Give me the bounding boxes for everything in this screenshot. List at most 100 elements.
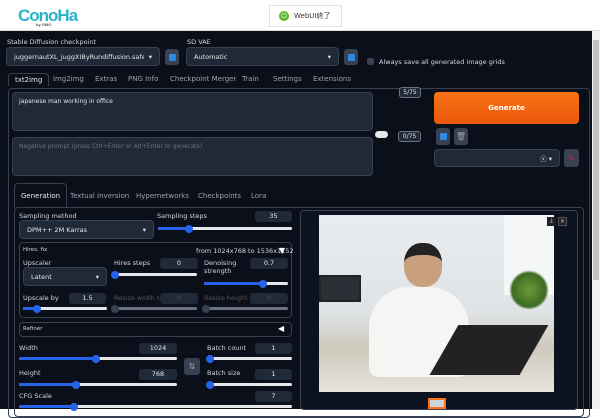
vae-label: SD VAE [187,38,211,46]
slider-handle[interactable] [92,354,101,363]
denoise-input[interactable]: 0.7 [250,258,288,269]
slider-handle[interactable] [111,304,119,313]
swap-icon: ⇅ [188,362,196,371]
collapse-triangle-icon[interactable]: ▼ [279,246,285,255]
close-icon[interactable]: × [558,217,567,226]
tab-img2img[interactable]: img2img [53,75,84,83]
slider-handle[interactable] [202,304,210,313]
cfg-input[interactable]: 7 [255,391,292,402]
checkpoint-value: juggernautXL_juggXIByRundiffusion.safete… [14,52,144,61]
tab-extras[interactable]: Extras [95,75,117,83]
refresh-vae-button[interactable] [344,49,358,65]
sampling-method-label: Sampling method [19,212,77,220]
subtab-hypernetworks[interactable]: Hypernetworks [136,192,189,200]
batch-count-input[interactable]: 1 [255,343,292,354]
upscale-by-label: Upscale by [23,294,59,302]
height-input[interactable]: 768 [139,369,177,380]
batch-size-input[interactable]: 1 [255,369,292,380]
tab-train[interactable]: Train [242,75,259,83]
styles-dropdown[interactable]: ⓧ ▾ [434,149,560,167]
thumbnail[interactable] [428,398,446,409]
upscaler-label: Upscaler [23,259,52,267]
slider-fill [19,405,74,408]
refresh-icon [347,53,355,61]
save-grids-checkbox[interactable] [367,58,374,65]
swap-dimensions-button[interactable]: ⇅ [184,358,200,375]
tab-settings[interactable]: Settings [273,75,302,83]
sampling-steps-input[interactable]: 35 [255,211,292,222]
scrollbar-thumb[interactable] [593,40,599,280]
resize-width-slider[interactable] [111,304,197,313]
prompt-input[interactable]: japanese man working in office [12,92,373,131]
slider-handle[interactable] [206,380,214,389]
hires-fix-label[interactable]: Hires. fix [23,247,47,253]
slider-fill [19,383,76,386]
slider-fill [19,357,97,360]
conoha-logo: ConoHa by GMO [18,6,78,27]
subtab-lora[interactable]: Lora [251,192,266,200]
upscale-by-slider[interactable] [23,304,107,313]
read-params-button[interactable] [436,128,450,145]
slider-handle[interactable] [33,304,42,313]
batch-count-slider[interactable] [206,354,292,363]
slider-handle[interactable] [69,402,78,411]
denoise-slider[interactable] [204,279,288,288]
width-slider[interactable] [19,354,177,363]
height-label: Height [19,369,41,377]
generated-image[interactable] [319,215,554,392]
subtab-generation[interactable]: Generation [14,183,68,208]
vae-dropdown[interactable]: Automatic ▾ [186,47,339,66]
resize-height-input[interactable]: 0 [250,293,288,304]
refiner-section[interactable] [19,322,292,337]
token-toggle-icon[interactable] [375,131,388,138]
checkpoint-dropdown[interactable]: juggernautXL_juggXIByRundiffusion.safete… [6,47,160,66]
slider-handle[interactable] [184,224,193,233]
expand-triangle-icon[interactable]: ◀ [278,324,284,333]
download-icon[interactable]: ⤓ [547,217,556,226]
arrow-icon [439,133,447,140]
negative-prompt-input[interactable]: Negative prompt (press Ctrl+Enter or Alt… [12,137,373,176]
hires-steps-input[interactable]: 0 [160,258,198,269]
upscale-by-input[interactable]: 1.5 [69,293,106,304]
hires-steps-slider[interactable] [111,270,197,279]
width-label: Width [19,344,38,352]
tab-checkpoint-merger[interactable]: Checkpoint Merger [170,75,236,83]
refresh-checkpoint-button[interactable] [165,49,179,65]
resize-width-input[interactable]: 0 [160,293,198,304]
sampling-steps-slider[interactable] [158,224,292,233]
upscaler-dropdown[interactable]: Latent ▾ [23,267,107,286]
slider-handle[interactable] [71,380,80,389]
logo-sub: by GMO [36,22,52,27]
trash-button[interactable]: 🗑 [454,128,468,145]
slider-handle[interactable] [206,354,214,363]
resize-height-slider[interactable] [202,304,288,313]
subtab-checkpoints[interactable]: Checkpoints [198,192,241,200]
height-slider[interactable] [19,380,177,389]
generate-button[interactable]: Generate [434,92,579,124]
hires-steps-label: Hires steps [114,259,151,267]
sampling-method-value: DPM++ 2M Karras [27,225,88,234]
tab-txt2img[interactable]: txt2img [8,73,50,86]
upscaler-value: Latent [31,272,52,281]
tab-extensions[interactable]: Extensions [313,75,351,83]
clear-icon[interactable]: ⓧ ▾ [540,153,552,163]
end-label: WebUI終了 [294,12,331,20]
resize-width-label: Resize width to [114,294,164,302]
monitor-shape [319,275,361,302]
person-head-shape [404,243,442,287]
sampling-steps-label: Sampling steps [157,212,207,220]
batch-size-slider[interactable] [206,380,292,389]
width-input[interactable]: 1024 [139,343,177,354]
chevron-down-icon: ▾ [142,225,146,234]
sampling-method-dropdown[interactable]: DPM++ 2M Karras ▾ [19,220,154,239]
subtab-textual-inversion[interactable]: Textual Inversion [70,192,129,200]
edit-styles-button[interactable]: ✎ [564,149,579,167]
slider-handle[interactable] [258,279,267,288]
negative-token-counter: 0/75 [398,131,421,142]
slider-handle[interactable] [111,270,119,279]
webui-end-button[interactable]: ⏻ WebUI終了 [269,5,342,27]
tab-png-info[interactable]: PNG Info [128,75,158,83]
prompt-token-counter: 5/75 [399,87,421,98]
cfg-slider[interactable] [19,402,292,411]
resize-height-label: Resize height to [204,294,257,302]
